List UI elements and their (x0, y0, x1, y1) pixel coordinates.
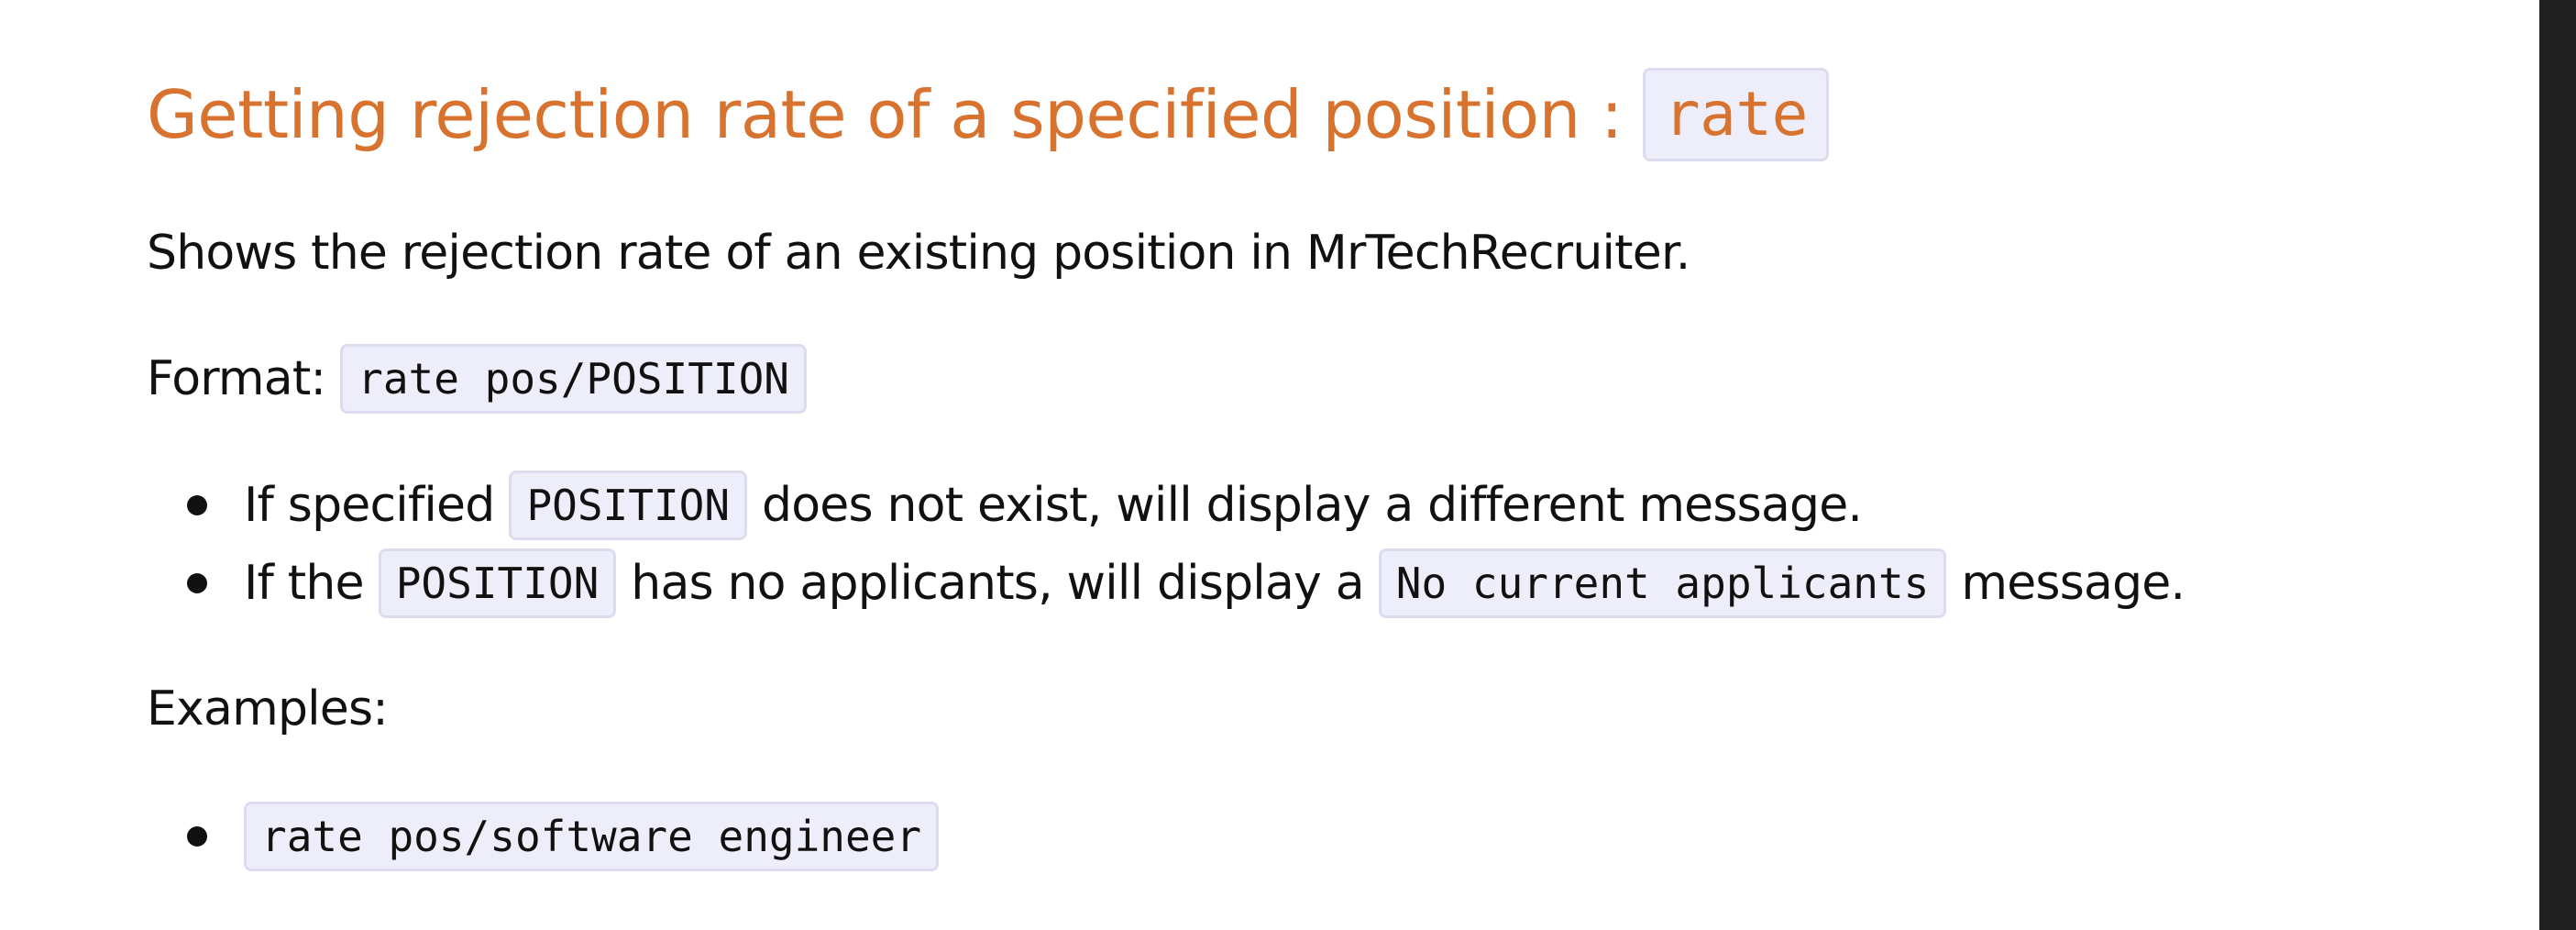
note-1-text-before: If specified (244, 478, 495, 533)
note-2-text-after: message. (1961, 556, 2185, 611)
note-1-code: POSITION (509, 471, 748, 540)
heading-text: Getting rejection rate of a specified po… (147, 76, 1623, 153)
note-2-text-before: If the (244, 556, 365, 611)
note-item-1: If specified POSITION does not exist, wi… (147, 469, 1863, 542)
section-heading: Getting rejection rate of a specified po… (147, 64, 1829, 165)
note-2-code: POSITION (378, 548, 617, 618)
examples-label: Examples: (147, 681, 389, 736)
document-content: Getting rejection rate of a specified po… (0, 0, 2539, 930)
example-item-1: rate pos/software engineer (147, 800, 940, 873)
note-item-2: If the POSITION has no applicants, will … (147, 547, 2185, 620)
note-2-text-middle: has no applicants, will display a (631, 556, 1364, 611)
format-code: rate pos/POSITION (340, 344, 807, 414)
note-2-code-message: No current applicants (1378, 548, 1947, 618)
note-1-text-after: does not exist, will display a different… (762, 478, 1863, 533)
example-code: rate pos/software engineer (244, 802, 940, 871)
scrollbar[interactable] (2539, 0, 2576, 930)
bullet-dot (187, 573, 207, 593)
bullet-dot (187, 826, 207, 847)
description-paragraph: Shows the rejection rate of an existing … (147, 226, 1690, 281)
format-label: Format: (147, 351, 326, 406)
bullet-dot (187, 495, 207, 515)
format-paragraph: Format: rate pos/POSITION (147, 342, 807, 415)
heading-command-code: rate (1642, 68, 1829, 161)
